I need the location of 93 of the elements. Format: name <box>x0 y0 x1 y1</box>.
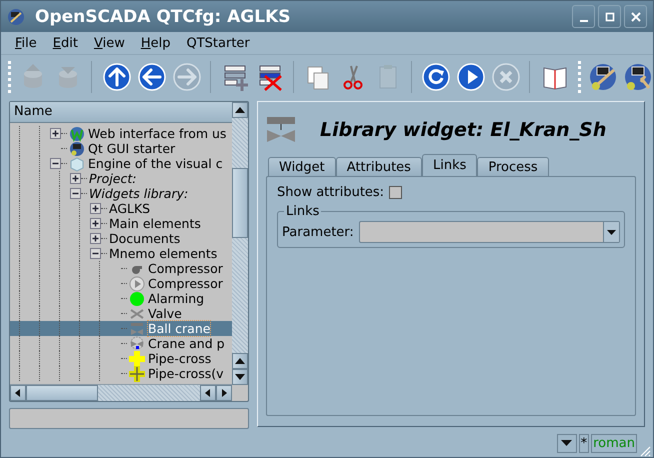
tree-item[interactable]: AGLKS <box>10 201 232 216</box>
cube-icon <box>69 156 85 172</box>
tree-item[interactable]: Alarming <box>10 291 232 306</box>
tree-item[interactable]: Pipe-cross <box>10 351 232 366</box>
tree-item-label: Mnemo elements <box>109 246 218 261</box>
minimize-icon <box>580 20 588 22</box>
page-title: Library widget: El_Kran_Sh <box>320 119 606 141</box>
tab[interactable]: Links <box>422 154 478 176</box>
tree-item[interactable]: Pipe-cross(v <box>10 366 232 381</box>
up-icon[interactable] <box>102 61 132 93</box>
tab[interactable]: Widget <box>268 157 336 176</box>
maximize-icon <box>604 12 614 22</box>
tree-item-label: Compressor <box>148 276 223 291</box>
tree-item[interactable]: Web interface from us <box>10 126 232 141</box>
monitor-icon <box>69 140 85 156</box>
up-arrow-icon[interactable] <box>235 358 245 364</box>
collapse-icon[interactable] <box>70 188 81 199</box>
expand-icon[interactable] <box>90 203 101 214</box>
tree-item[interactable]: Mnemo elements <box>10 246 232 261</box>
tree-item-label: Pipe-cross(v <box>148 366 224 381</box>
show-attributes-label: Show attributes: <box>277 185 384 200</box>
back-icon[interactable] <box>136 61 167 93</box>
scrollbar-thumb[interactable] <box>232 168 248 238</box>
dropdown-button[interactable] <box>556 434 577 452</box>
down-arrow-icon[interactable] <box>235 374 245 380</box>
collapse-icon[interactable] <box>90 248 101 259</box>
minimize-button[interactable] <box>572 5 595 28</box>
menu-item[interactable]: Help <box>132 36 178 50</box>
menu-item[interactable]: Edit <box>44 36 86 50</box>
collapse-icon[interactable] <box>50 158 61 169</box>
group-title: Links <box>285 204 320 219</box>
caret-icon <box>607 230 616 234</box>
modified-indicator: * <box>578 434 590 452</box>
resize-grip-icon[interactable] <box>639 445 651 457</box>
checkbox[interactable] <box>389 186 402 199</box>
expand-icon[interactable] <box>70 173 81 184</box>
column-header[interactable]: Name <box>10 102 232 123</box>
tree-item-label: AGLKS <box>109 201 150 216</box>
valve-icon <box>129 320 145 336</box>
tree-item-label: Project: <box>89 171 136 186</box>
tree-item[interactable]: Main elements <box>10 216 232 231</box>
tree-item-label: Compressor <box>148 261 223 276</box>
tree-item[interactable]: Compressor <box>10 261 232 276</box>
tree-item[interactable]: Compressor <box>10 276 232 291</box>
tree-item-label: Web interface from us <box>88 126 226 141</box>
tree-item-label: Documents <box>109 231 180 246</box>
tree-item[interactable]: Qt GUI starter <box>10 141 232 156</box>
tree-item[interactable]: Widgets library: <box>10 186 232 201</box>
scrollbar-thumb[interactable] <box>26 385 98 402</box>
left-arrow-icon[interactable] <box>15 389 21 398</box>
tree-item-label: Alarming <box>148 291 204 306</box>
cross-icon <box>129 366 145 382</box>
play-icon <box>129 276 145 292</box>
tree-item[interactable]: Engine of the visual c <box>10 156 232 171</box>
close-button[interactable] <box>624 5 647 28</box>
tree-item-label: Widgets library: <box>89 186 188 201</box>
tree-item-label: Ball crane <box>148 321 210 336</box>
circle-icon <box>129 290 145 306</box>
expand-icon[interactable] <box>90 218 101 229</box>
cross-icon <box>129 350 145 366</box>
refresh-icon[interactable] <box>421 61 452 93</box>
globe-icon <box>69 126 85 142</box>
horizontal-scrollbar[interactable] <box>10 384 232 402</box>
window-title: OpenSCADA QTCfg: AGLKS <box>35 6 292 26</box>
valve-icon <box>266 115 296 145</box>
right-arrow-icon[interactable] <box>221 389 227 398</box>
tree-item[interactable]: Valve <box>10 306 232 321</box>
tree-item-label: Crane and p <box>148 336 225 351</box>
tree-item[interactable]: Ball crane <box>10 321 232 336</box>
app-icon <box>7 8 25 26</box>
left-arrow-icon[interactable] <box>205 389 211 398</box>
close-icon <box>630 12 640 22</box>
valve-icon <box>129 336 145 352</box>
start-icon[interactable] <box>456 61 486 93</box>
expand-icon[interactable] <box>50 128 61 139</box>
tab[interactable]: Process <box>477 157 549 176</box>
up-arrow-icon[interactable] <box>235 107 245 113</box>
tab[interactable]: Attributes <box>336 157 422 176</box>
tree-item-label: Main elements <box>109 216 201 231</box>
expand-icon[interactable] <box>90 233 101 244</box>
caret-icon <box>561 440 572 446</box>
tree-item[interactable]: Project: <box>10 171 232 186</box>
tree-item-label: Valve <box>148 306 182 321</box>
menu-item[interactable]: File <box>7 36 45 50</box>
tree-item-label: Engine of the visual c <box>88 156 223 171</box>
tree-item[interactable]: Documents <box>10 231 232 246</box>
tree-item-label: Qt GUI starter <box>88 141 176 156</box>
tree-item[interactable]: Crane and p <box>10 336 232 351</box>
maximize-button[interactable] <box>598 5 621 28</box>
tree-item-label: Pipe-cross <box>148 351 212 366</box>
menu-item[interactable]: QTStarter <box>178 36 258 50</box>
parameter-label: Parameter: <box>282 224 354 240</box>
menu-item[interactable]: View <box>86 36 133 50</box>
